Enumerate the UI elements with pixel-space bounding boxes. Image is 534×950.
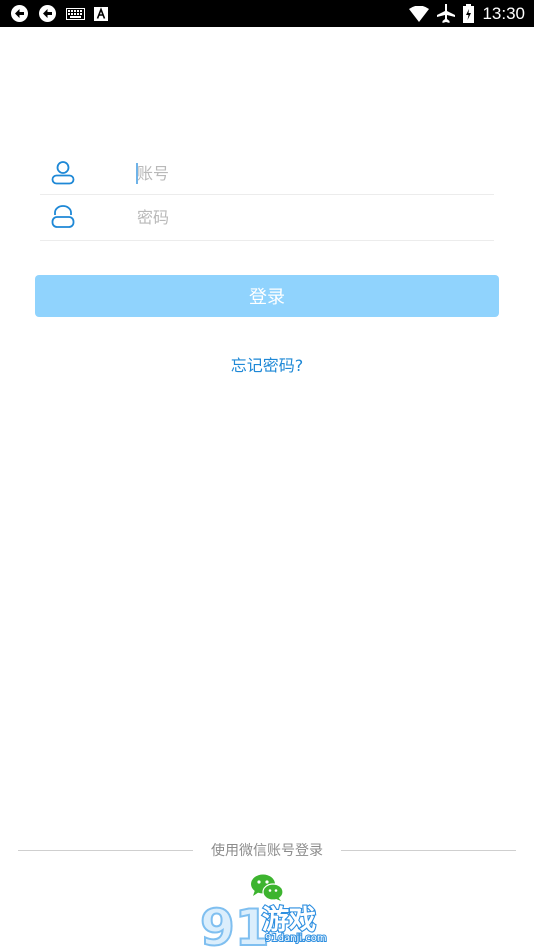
sync-icon [11,5,28,22]
password-row [40,195,494,241]
watermark-logo: 91 游戏 91danji.com [199,898,328,950]
forgot-password-link[interactable]: 忘记密码? [0,352,534,376]
login-button[interactable]: 登录 [35,275,499,317]
svg-text:91danji.com: 91danji.com [265,933,327,944]
status-bar-left [10,4,108,23]
keyboard-icon [66,7,85,20]
lock-icon [51,205,75,228]
status-bar: 13:30 [0,0,534,27]
user-icon [51,161,75,185]
third-party-login-label: 使用微信账号登录 [211,843,323,859]
airplane-icon [437,4,456,23]
svg-text:游戏: 游戏 [262,905,316,936]
text-a-icon [94,6,108,21]
account-input[interactable] [135,160,475,186]
status-bar-time: 13:30 [482,4,525,23]
status-bar-right: 13:30 [409,3,525,24]
login-form [40,151,494,241]
third-party-login-divider: 使用微信账号登录 [18,840,516,862]
sync-icon [39,5,56,22]
battery-icon [463,4,475,23]
account-row [40,151,494,195]
text-cursor [136,163,138,184]
password-input[interactable] [135,204,475,230]
wifi-icon [409,5,430,22]
svg-text:91: 91 [200,899,270,950]
divider-line-right [341,850,516,851]
